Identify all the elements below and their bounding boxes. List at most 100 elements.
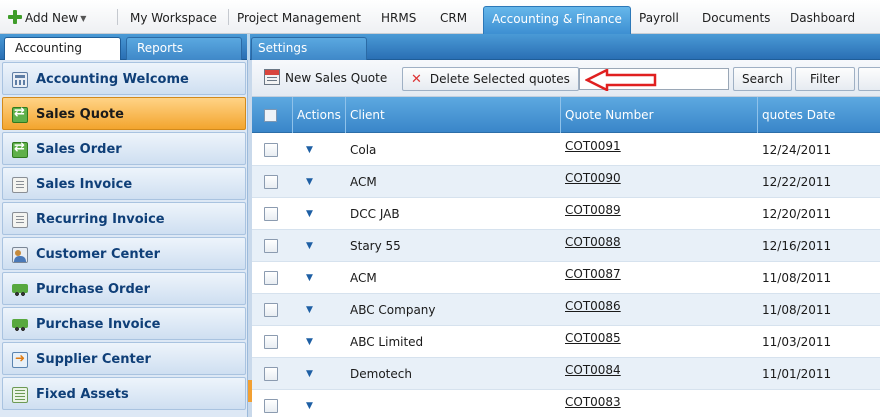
row-actions-chevron-down-icon[interactable]: ▼	[306, 166, 313, 198]
quote-date-cell: 11/01/2011	[762, 367, 832, 381]
nav-item-payroll[interactable]: Payroll	[639, 6, 679, 32]
subnav-divider	[247, 34, 250, 60]
sidebar-item-label: Sales Invoice	[36, 177, 133, 192]
quote-date-cell: 11/08/2011	[762, 271, 832, 285]
client-cell: ABC Company	[350, 303, 436, 317]
nav-item-hrms[interactable]: HRMS	[381, 6, 416, 32]
nav-divider	[117, 9, 118, 25]
row-checkbox[interactable]	[264, 367, 278, 381]
grid-icon	[12, 387, 28, 403]
quote-date-cell: 12/24/2011	[762, 143, 832, 157]
exchange-icon	[12, 140, 28, 158]
nav-item-crm[interactable]: CRM	[440, 6, 467, 32]
column-divider	[345, 97, 346, 133]
tab-reports[interactable]: Reports	[126, 37, 242, 60]
sidebar-item-customer-center[interactable]: Customer Center	[2, 237, 246, 270]
quote-date-cell: 12/22/2011	[762, 175, 832, 189]
row-actions-chevron-down-icon[interactable]: ▼	[306, 134, 313, 166]
quote-date-cell: 11/08/2011	[762, 303, 832, 317]
column-divider	[292, 97, 293, 133]
top-navigation: Add New ▼ My Workspace Project Management…	[0, 0, 880, 34]
add-new-label: Add New	[25, 11, 79, 25]
client-cell: Demotech	[350, 367, 412, 381]
sidebar-item-fixed-assets[interactable]: Fixed Assets	[2, 377, 246, 410]
row-checkbox[interactable]	[264, 143, 278, 157]
delete-selected-quotes-label: Delete Selected quotes	[429, 72, 570, 86]
add-new-menu[interactable]: Add New ▼	[8, 6, 86, 32]
row-actions-chevron-down-icon[interactable]: ▼	[306, 390, 313, 417]
sidebar-item-supplier-center[interactable]: Supplier Center	[2, 342, 246, 375]
quote-number-link[interactable]: COT0087	[565, 262, 621, 294]
quote-number-link[interactable]: COT0091	[565, 134, 621, 166]
people-icon	[12, 247, 28, 263]
annotation-arrow-icon	[585, 69, 657, 91]
table-row: ▼ COT0083	[252, 390, 880, 417]
sidebar-item-purchase-order[interactable]: Purchase Order	[2, 272, 246, 305]
column-header-quote-number[interactable]: Quote Number	[565, 97, 654, 133]
row-actions-chevron-down-icon[interactable]: ▼	[306, 262, 313, 294]
nav-item-documents[interactable]: Documents	[702, 6, 770, 32]
row-checkbox[interactable]	[264, 335, 278, 349]
chevron-down-icon: ▼	[80, 14, 87, 23]
sidebar-item-accounting-welcome[interactable]: Accounting Welcome	[2, 62, 246, 95]
plus-icon	[8, 10, 22, 24]
nav-item-project-management[interactable]: Project Management	[237, 6, 361, 32]
quote-number-link[interactable]: COT0089	[565, 198, 621, 230]
row-checkbox[interactable]	[264, 271, 278, 285]
filter-button[interactable]: Filter	[795, 67, 855, 91]
table-row: ▼ Cola COT0091 12/24/2011	[252, 134, 880, 166]
nav-item-accounting-finance[interactable]: Accounting & Finance	[483, 6, 631, 34]
more-button[interactable]	[858, 67, 880, 91]
row-checkbox[interactable]	[264, 175, 278, 189]
quote-date-cell: 12/16/2011	[762, 239, 832, 253]
row-checkbox[interactable]	[264, 207, 278, 221]
sidebar-item-label: Customer Center	[36, 247, 161, 262]
tab-settings[interactable]: Settings	[251, 37, 367, 60]
sidebar-item-label: Accounting Welcome	[36, 72, 189, 87]
client-cell: ACM	[350, 175, 377, 189]
client-cell: Cola	[350, 143, 377, 157]
delete-icon: ✕	[411, 72, 422, 87]
new-sales-quote-label: New Sales Quote	[285, 71, 388, 85]
row-actions-chevron-down-icon[interactable]: ▼	[306, 230, 313, 262]
client-cell: DCC JAB	[350, 207, 400, 221]
table-row: ▼ DCC JAB COT0089 12/20/2011	[252, 198, 880, 230]
nav-item-dashboard[interactable]: Dashboard	[790, 6, 855, 32]
row-actions-chevron-down-icon[interactable]: ▼	[306, 326, 313, 358]
sidebar-item-sales-order[interactable]: Sales Order	[2, 132, 246, 165]
calculator-icon	[12, 72, 28, 88]
row-checkbox[interactable]	[264, 239, 278, 253]
select-all-checkbox[interactable]	[264, 109, 277, 122]
quote-number-link[interactable]: COT0084	[565, 358, 621, 390]
truck-icon	[12, 317, 28, 333]
new-sales-quote-button[interactable]: New Sales Quote	[264, 67, 387, 91]
quote-number-link[interactable]: COT0083	[565, 390, 621, 417]
row-actions-chevron-down-icon[interactable]: ▼	[306, 294, 313, 326]
row-checkbox[interactable]	[264, 303, 278, 317]
truck-icon	[12, 282, 28, 298]
client-cell: ACM	[350, 271, 377, 285]
nav-item-my-workspace[interactable]: My Workspace	[130, 6, 217, 32]
delete-selected-quotes-button[interactable]: ✕ Delete Selected quotes	[402, 67, 579, 91]
table-row: ▼ Stary 55 COT0088 12/16/2011	[252, 230, 880, 262]
toolbar: New Sales Quote ✕ Delete Selected quotes …	[252, 60, 880, 97]
supplier-icon	[12, 351, 28, 368]
column-header-quotes-date[interactable]: quotes Date	[762, 97, 835, 133]
column-header-client[interactable]: Client	[350, 97, 385, 133]
quote-number-link[interactable]: COT0085	[565, 326, 621, 358]
row-checkbox[interactable]	[264, 399, 278, 413]
row-actions-chevron-down-icon[interactable]: ▼	[306, 358, 313, 390]
row-actions-chevron-down-icon[interactable]: ▼	[306, 198, 313, 230]
sidebar-item-purchase-invoice[interactable]: Purchase Invoice	[2, 307, 246, 340]
quote-number-link[interactable]: COT0086	[565, 294, 621, 326]
nav-divider	[228, 9, 229, 25]
quote-number-link[interactable]: COT0088	[565, 230, 621, 262]
sidebar-item-recurring-invoice[interactable]: Recurring Invoice	[2, 202, 246, 235]
quote-number-link[interactable]: COT0090	[565, 166, 621, 198]
search-button[interactable]: Search	[733, 67, 793, 91]
sidebar-item-sales-quote[interactable]: Sales Quote	[2, 97, 246, 130]
sidebar-item-label: Fixed Assets	[36, 387, 129, 402]
tab-accounting[interactable]: Accounting	[4, 37, 121, 60]
sidebar-item-sales-invoice[interactable]: Sales Invoice	[2, 167, 246, 200]
quote-date-cell: 11/03/2011	[762, 335, 832, 349]
